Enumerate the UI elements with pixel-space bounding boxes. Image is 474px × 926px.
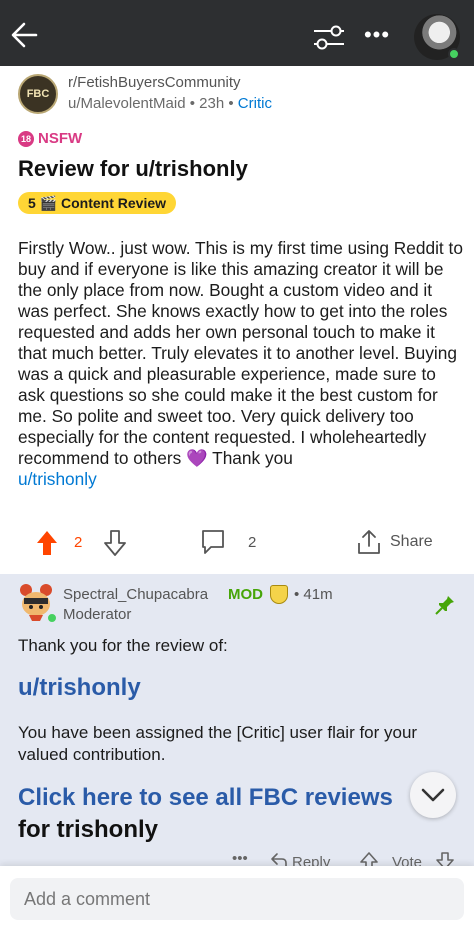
mod-shield-icon <box>270 585 288 604</box>
top-bar: ••• <box>0 0 474 66</box>
comment-line-2: You have been assigned the [Critic] user… <box>18 723 418 764</box>
post-body-tail: Thank you <box>212 448 293 468</box>
post-header: FBC r/FetishBuyersCommunity u/Malevolent… <box>18 72 458 122</box>
comment-user-link[interactable]: u/trishonly <box>18 674 141 702</box>
post-meta: u/MalevolentMaid • 23h • Critic <box>68 95 272 112</box>
post-body: Firstly Wow.. just wow. This is my first… <box>18 238 464 490</box>
post-body-text: Firstly Wow.. just wow. This is my first… <box>18 238 463 468</box>
user-avatar[interactable] <box>414 14 460 60</box>
comment-bubble-icon[interactable] <box>200 528 226 556</box>
chevron-down-icon <box>421 788 445 802</box>
add-comment-input[interactable] <box>10 878 464 920</box>
sliders-icon[interactable] <box>310 22 348 52</box>
mod-comment: Spectral_Chupacabra MOD • 41m Moderator … <box>0 574 474 874</box>
vote-count: 2 <box>74 534 83 551</box>
reviews-link[interactable]: Click here to see all FBC reviews <box>18 784 418 812</box>
downvote-icon[interactable] <box>104 530 126 556</box>
post-flair[interactable]: 5 🎬 Content Review <box>18 192 177 214</box>
online-indicator-icon <box>448 48 460 60</box>
nsfw-label: NSFW <box>38 130 83 147</box>
share-icon[interactable] <box>356 528 382 556</box>
more-options-button[interactable]: ••• <box>362 24 392 50</box>
comment-more-button[interactable]: ••• <box>232 850 248 867</box>
purple-heart-icon: 💜 <box>186 448 208 468</box>
comment-username[interactable]: Spectral_Chupacabra <box>63 586 208 603</box>
comment-role: Moderator <box>63 606 132 623</box>
post-actions: 2 2 Share <box>0 528 474 564</box>
nsfw-18-icon: 18 <box>18 131 34 148</box>
subreddit-name[interactable]: r/FetishBuyersCommunity <box>68 74 241 91</box>
user-flair: Critic <box>237 95 272 112</box>
post-title: Review for u/trishonly <box>18 156 248 181</box>
comment-time-value: 41m <box>303 586 333 603</box>
comment-composer <box>0 866 474 926</box>
subreddit-icon[interactable]: FBC <box>18 74 58 114</box>
upvote-icon[interactable] <box>36 530 58 556</box>
mod-avatar[interactable] <box>16 582 58 624</box>
meta-separator: • <box>189 95 200 112</box>
back-arrow-icon[interactable] <box>8 18 42 52</box>
share-button[interactable]: Share <box>390 533 433 551</box>
pin-icon <box>435 596 454 615</box>
collapse-button[interactable] <box>410 772 456 818</box>
reviews-link-suffix: for trishonly <box>18 816 159 843</box>
comment-time: • 41m <box>294 586 333 603</box>
nsfw-tag: 18 NSFW <box>18 130 83 148</box>
mod-badge: MOD <box>228 586 263 603</box>
online-indicator-icon <box>46 612 58 624</box>
comment-line-1: Thank you for the review of: <box>18 636 228 655</box>
meta-separator: • <box>228 95 238 112</box>
post-user-link[interactable]: u/trishonly <box>18 469 97 489</box>
comment-count: 2 <box>248 534 257 551</box>
post-time: 23h <box>199 95 225 112</box>
post-author[interactable]: u/MalevolentMaid <box>68 95 186 112</box>
